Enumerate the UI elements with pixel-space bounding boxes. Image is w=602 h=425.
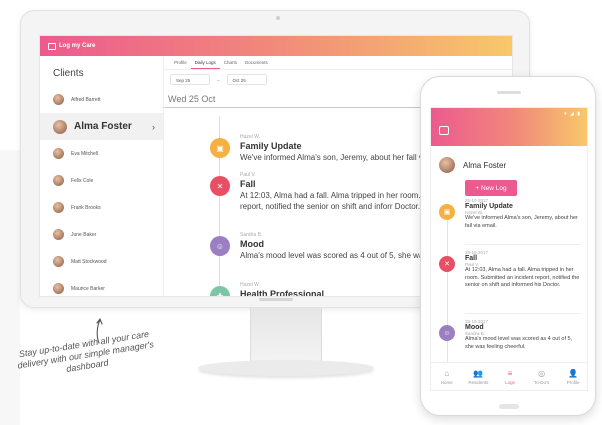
nav-label: Profile [566,379,580,385]
fall-icon: ✕ [439,256,455,272]
new-log-button[interactable]: + New Log [465,180,517,196]
background-panel [0,150,20,425]
tab-documents[interactable]: Documents [241,56,272,69]
phone-screen: ▾ ◢ ▮ Alma Foster + New Log ▣ 25-10-2017… [430,107,588,391]
avatar [53,94,64,105]
avatar [53,256,64,267]
entry-title: Fall [465,255,478,262]
avatar [53,175,64,186]
mood-icon: ☺ [210,236,230,256]
timeline-line [447,208,448,368]
todo-icon: ◎ [538,368,546,378]
profile-name: Alma Foster [463,160,507,170]
webcam-dot [276,16,280,20]
client-name: Maurice Barker [71,285,105,292]
nav-label: Home [440,379,453,385]
tab-charts[interactable]: Charts [220,56,241,69]
marketing-stage: Log my Care Clients Alfred Barrett Alma … [0,0,602,425]
entry-title: Family Update [465,203,513,210]
entry-text: We've informed Alma's son, Jeremy, about… [465,215,578,229]
status-bar-icons: ▾ ◢ ▮ [564,111,581,117]
client-item-june-baker[interactable]: June Baker [40,221,163,248]
health-professional-icon: ✚ [210,286,230,296]
phone-header: ▾ ◢ ▮ [431,108,587,146]
date-from-input[interactable]: Sep 25 [170,74,210,85]
caption-text: Stay up-to-date with all your care deliv… [16,328,155,374]
tab-bar: Profile Daily Logs Charts Documents [164,56,512,70]
arrow-right-icon: → [216,77,221,82]
profile-icon: 👤 [568,368,579,378]
client-name: Matt Stockwood [71,258,107,265]
client-name: Alfred Barrett [71,96,101,103]
avatar [53,202,64,213]
logo-text: Log my Care [59,43,96,49]
fall-icon: ✕ [210,176,230,196]
phone-home-button [499,404,519,409]
client-name: Frank Brooks [71,204,101,211]
nav-todos[interactable]: ◎ To-Do's [526,363,558,390]
nav-home[interactable]: ⌂ Home [431,363,463,390]
residents-icon: 👥 [473,368,484,378]
divider [465,244,581,245]
avatar [439,157,455,173]
client-item-matt-stockwood[interactable]: Matt Stockwood [40,248,163,275]
clients-sidebar: Clients Alfred Barrett Alma Foster › Eva… [40,56,164,296]
client-name: Eva Mitchell [71,150,98,157]
client-name: Felix Cole [71,177,94,184]
client-item-maurice-barker[interactable]: Maurice Barker [40,275,163,296]
tab-profile[interactable]: Profile [170,56,191,69]
entry-title: Mood [465,324,484,331]
nav-label: To-Do's [534,379,550,385]
client-item-alma-foster[interactable]: Alma Foster › [40,113,163,140]
phone-speaker [497,91,521,94]
client-item-eva-mitchell[interactable]: Eva Mitchell [40,140,163,167]
avatar [53,148,64,159]
sidebar-title: Clients [53,68,84,79]
entry-text: Alma's mood level was scored as 4 out of… [465,336,573,350]
nav-label: Logs [505,379,515,385]
logo-icon [48,42,56,50]
app-header: Log my Care [40,36,512,56]
entry-text: At 12:03, Alma had a fall. Alma tripped … [465,267,580,288]
chevron-right-icon: › [152,121,155,132]
logs-icon: ≡ [507,368,513,378]
avatar [53,119,67,134]
monitor-chin [259,298,293,301]
client-item-felix-cole[interactable]: Felix Cole [40,167,163,194]
mobile-phone: ▾ ◢ ▮ Alma Foster + New Log ▣ 25-10-2017… [420,76,596,416]
mood-icon: ☺ [439,325,455,341]
logo-icon [439,126,449,135]
client-name: Alma Foster [74,121,132,132]
family-update-icon: ▣ [439,204,455,220]
monitor-stand-neck [250,308,322,362]
date-to-input[interactable]: Oct 25 [226,74,267,85]
bottom-nav: ⌂ Home 👥 Residents ≡ Logs ◎ To-Do's 👤 Pr… [431,362,587,390]
nav-label: Residents [468,379,489,385]
avatar [53,283,64,294]
family-update-icon: ▣ [210,138,230,158]
nav-profile[interactable]: 👤 Profile [557,363,587,390]
client-name: June Baker [71,231,97,238]
tab-daily-logs[interactable]: Daily Logs [190,56,220,69]
nav-logs[interactable]: ≡ Logs [494,363,526,390]
home-icon: ⌂ [444,368,450,378]
nav-residents[interactable]: 👥 Residents [463,363,495,390]
client-item-alfred-barrett[interactable]: Alfred Barrett [40,86,163,113]
monitor-stand-base [198,360,374,376]
divider [465,313,581,314]
client-item-frank-brooks[interactable]: Frank Brooks [40,194,163,221]
avatar [53,229,64,240]
phone-profile: Alma Foster [431,146,587,176]
